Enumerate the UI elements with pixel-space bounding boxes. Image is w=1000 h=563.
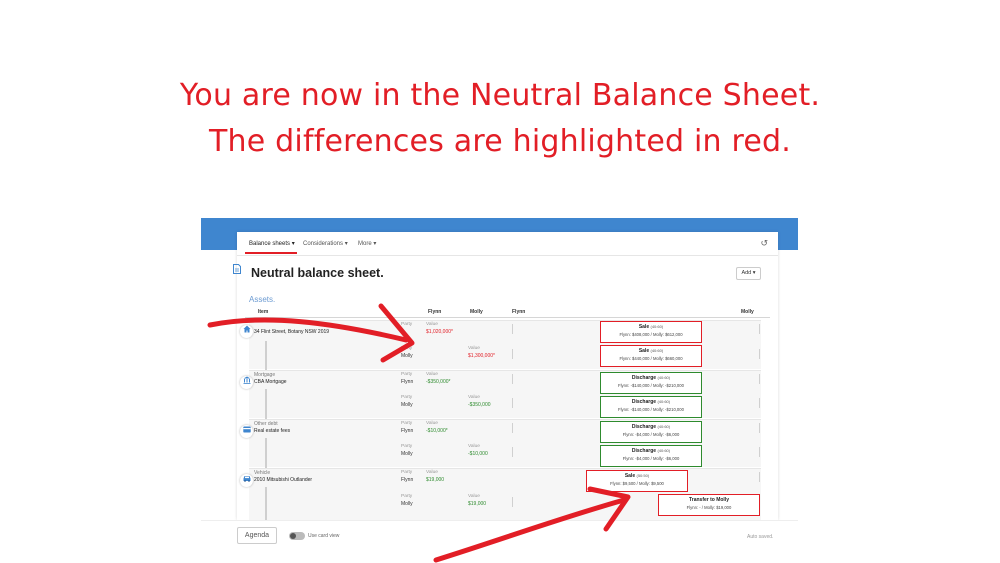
arrow-to-property-value — [207, 303, 415, 363]
annotation-arrows — [207, 303, 631, 563]
arrow-to-transfer-box — [433, 486, 631, 563]
